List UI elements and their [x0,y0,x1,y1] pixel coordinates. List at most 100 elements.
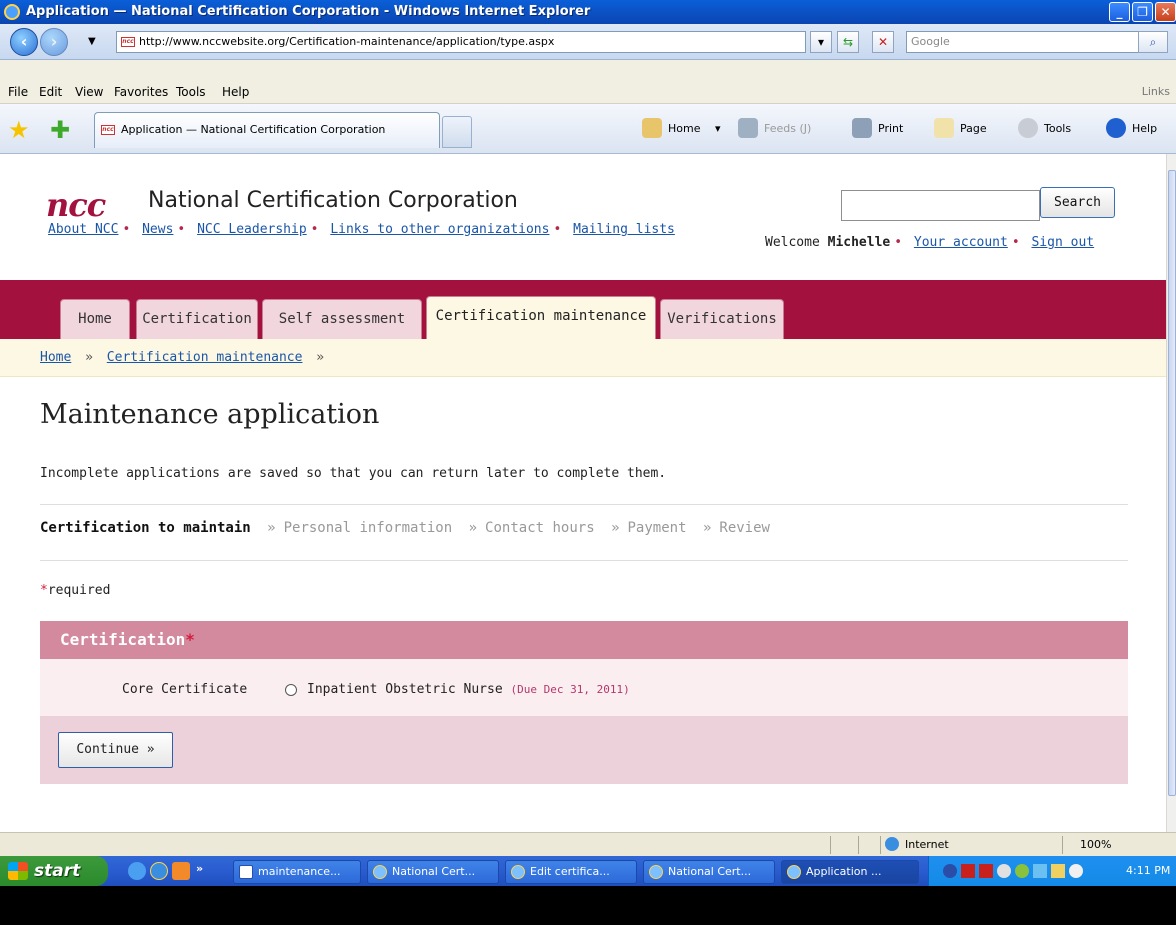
restore-icon[interactable]: ❐ [1132,2,1153,22]
menu-help[interactable]: Help [222,85,249,99]
site-search-input[interactable] [841,190,1040,221]
forward-icon[interactable]: › [40,28,68,56]
ie-icon [373,865,387,879]
status-separator [1062,836,1063,854]
step-review: Review [719,520,770,536]
step-payment: Payment [627,520,687,536]
taskbar-item-national-cert-1[interactable]: National Cert... [367,860,499,884]
section-header [40,621,1128,659]
org-name: National Certification Corporation [148,188,518,213]
print-icon[interactable] [852,118,872,138]
print-label[interactable]: Print [878,122,903,135]
menu-view[interactable]: View [75,85,103,99]
taskbar-item-label: Application ... [806,865,882,878]
your-account-link[interactable]: Your account [914,235,1008,250]
tools-label[interactable]: Tools [1044,122,1071,135]
help-label[interactable]: Help [1132,122,1157,135]
breadcrumb-certification-maintenance[interactable]: Certification maintenance [107,350,303,365]
minimize-icon[interactable]: _ [1109,2,1130,22]
menu-strip [0,60,1176,80]
taskbar-item-label: National Cert... [392,865,476,878]
tab-favicon: ncc [101,125,115,135]
menu-file[interactable]: File [8,85,28,99]
link-other-organizations[interactable]: Links to other organizations [330,222,549,237]
url-input[interactable]: ncc http://www.nccwebsite.org/Certificat… [116,31,806,53]
quicklaunch-browser-icon[interactable] [150,862,168,880]
certification-radio[interactable] [285,684,297,696]
quicklaunch-ie-icon[interactable] [128,862,146,880]
nav-tab-verifications[interactable]: Verifications [660,299,784,339]
link-ncc-leadership[interactable]: NCC Leadership [197,222,307,237]
feeds-label[interactable]: Feeds (J) [764,122,811,135]
link-about-ncc[interactable]: About NCC [48,222,118,237]
tray-app-icon[interactable] [1051,864,1065,878]
tray-alert-icon[interactable] [961,864,975,878]
help-icon[interactable] [1106,118,1126,138]
quicklaunch-more-icon[interactable]: » [196,862,203,875]
sign-out-link[interactable]: Sign out [1031,235,1094,250]
home-icon[interactable] [642,118,662,138]
site-favicon: ncc [121,37,135,47]
home-dropdown-icon[interactable]: ▾ [715,122,721,135]
network-icon[interactable] [943,864,957,878]
vertical-scrollbar[interactable] [1166,154,1176,832]
link-news[interactable]: News [142,222,173,237]
tray-app-icon[interactable] [1015,864,1029,878]
menu-tools[interactable]: Tools [176,85,206,99]
status-separator [830,836,831,854]
home-button-label[interactable]: Home [668,122,700,135]
command-bar: ★ ✚ ncc Application — National Certifica… [0,104,1176,154]
menu-favorites[interactable]: Favorites [114,85,168,99]
favorites-star-icon[interactable]: ★ [8,116,30,144]
link-mailing-lists[interactable]: Mailing lists [573,222,675,237]
nav-tab-home[interactable]: Home [60,299,130,339]
tray-app-icon[interactable] [997,864,1011,878]
ncc-logo[interactable]: ncc [46,186,106,224]
certification-option-label[interactable]: Inpatient Obstetric Nurse (Due Dec 31, 2… [307,682,630,697]
taskbar-item-label: maintenance... [258,865,341,878]
breadcrumb-home[interactable]: Home [40,350,71,365]
add-favorites-icon[interactable]: ✚ [50,116,70,144]
taskbar-item-edit-certifica[interactable]: Edit certifica... [505,860,637,884]
history-dropdown-icon[interactable]: ▼ [88,36,96,47]
top-links: About NCC • News • NCC Leadership • Links t… [48,222,675,237]
nav-tab-certification[interactable]: Certification [136,299,258,339]
taskbar-item-national-cert-2[interactable]: National Cert... [643,860,775,884]
nav-tab-self-assessment[interactable]: Self assessment [262,299,422,339]
web-search-input[interactable]: Google [906,31,1156,53]
required-note: *required [40,583,110,598]
page-label[interactable]: Page [960,122,987,135]
taskbar-item-maintenance[interactable]: maintenance... [233,860,361,884]
continue-button[interactable]: Continue » [58,732,173,768]
tray-alert-icon[interactable] [979,864,993,878]
feeds-icon[interactable] [738,118,758,138]
window-title: Application — National Certification Cor… [26,4,591,19]
menu-bar: File Edit View Favorites Tools Help Link… [0,80,1176,104]
zoom-level[interactable]: 100% [1080,838,1111,851]
close-icon[interactable]: ✕ [1155,2,1176,22]
search-button[interactable]: Search [1040,187,1115,218]
links-toolbar[interactable]: Links [1142,85,1170,98]
tray-app-icon[interactable] [1033,864,1047,878]
start-button[interactable]: start [0,856,108,886]
page-icon[interactable] [934,118,954,138]
search-go-icon[interactable]: ⌕ [1138,31,1168,53]
stop-icon[interactable]: ✕ [872,31,894,53]
taskbar-item-label: Edit certifica... [530,865,610,878]
step-contact-hours: Contact hours [485,520,595,536]
nav-tab-certification-maintenance[interactable]: Certification maintenance [426,296,656,339]
wireless-icon[interactable] [1069,864,1083,878]
menu-edit[interactable]: Edit [39,85,62,99]
tools-gear-icon[interactable] [1018,118,1038,138]
quicklaunch-clock-icon[interactable] [172,862,190,880]
taskbar-item-application[interactable]: Application ... [781,860,919,884]
url-dropdown-icon[interactable]: ▾ [810,31,832,53]
scrollbar-thumb[interactable] [1168,170,1176,796]
page-title: Maintenance application [40,399,380,430]
back-icon[interactable]: ‹ [10,28,38,56]
screen-border [0,886,1176,925]
browser-tab-active[interactable]: ncc Application — National Certification… [94,112,440,148]
url-text: http://www.nccwebsite.org/Certification-… [139,35,555,48]
refresh-icon[interactable]: ⇆ [837,31,859,53]
new-tab-button[interactable] [442,116,472,148]
